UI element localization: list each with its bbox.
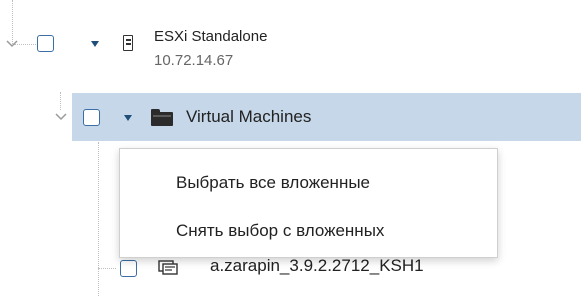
host-address: 10.72.14.67 <box>154 52 234 69</box>
host-expand-caret-icon[interactable] <box>91 41 99 47</box>
context-menu: Выбрать все вложенные Снять выбор с влож… <box>119 148 498 258</box>
menu-item-deselect-nested[interactable]: Снять выбор с вложенных <box>120 210 497 252</box>
tree-guide-line <box>60 92 61 110</box>
folder-icon <box>151 109 173 126</box>
folder-name[interactable]: Virtual Machines <box>186 107 311 127</box>
server-icon <box>123 35 133 51</box>
tree-guide-line <box>98 142 99 296</box>
host-name[interactable]: ESXi Standalone <box>154 28 267 45</box>
tree-guide-line <box>12 0 13 44</box>
folder-expand-caret-icon[interactable] <box>124 115 132 121</box>
tree-guide-line <box>98 268 116 269</box>
host-checkbox[interactable] <box>37 35 54 52</box>
folder-checkbox[interactable] <box>83 109 100 126</box>
menu-item-select-all-nested[interactable]: Выбрать все вложенные <box>120 162 497 204</box>
chevron-down-icon[interactable] <box>54 112 68 122</box>
selected-row-highlight <box>72 93 581 141</box>
chevron-down-icon[interactable] <box>5 39 19 49</box>
vm-name[interactable]: a.zarapin_3.9.2.2712_KSH1 <box>210 256 424 276</box>
vm-icon <box>158 260 178 275</box>
vm-checkbox[interactable] <box>120 260 137 277</box>
